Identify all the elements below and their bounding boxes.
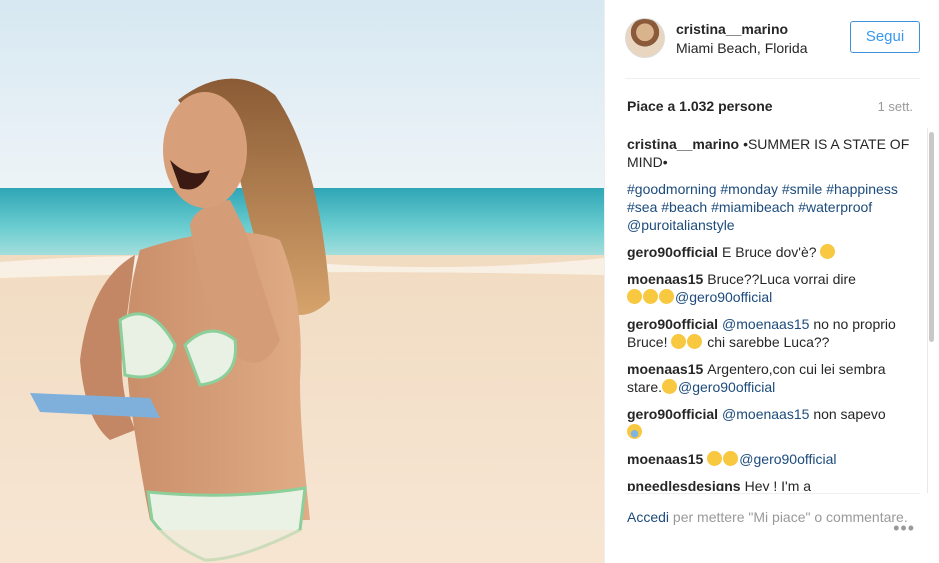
comment-text-2: chi sarebbe Luca?? <box>707 334 830 350</box>
sweat-emoji-icon <box>627 424 642 439</box>
laughing-emoji-icon <box>671 334 687 349</box>
login-prompt-text: per mettere "Mi piace" o commentare. <box>672 509 908 525</box>
likes-count[interactable]: Piace a 1.032 persone <box>627 98 773 114</box>
post-side-panel: cristina__marino Miami Beach, Florida Se… <box>604 0 939 563</box>
comments-list: cristina__marino •SUMMER IS A STATE OF MI… <box>627 135 917 491</box>
caption-username[interactable]: cristina__marino <box>627 136 739 152</box>
comment-item: gero90official @moenaas15 no no proprio B… <box>627 315 917 351</box>
comment-username[interactable]: moenaas15 <box>627 451 703 467</box>
avatar[interactable] <box>625 18 665 58</box>
login-prompt: Accedi per mettere "Mi piace" o commenta… <box>627 508 917 527</box>
scrollbar-thumb[interactable] <box>929 132 934 342</box>
comment-username[interactable]: moenaas15 <box>627 271 703 287</box>
comment-mention[interactable]: @gero90official <box>678 379 775 395</box>
post-username[interactable]: cristina__marino <box>676 21 788 37</box>
laughing-emoji-icon <box>659 289 674 304</box>
caption-hashtags[interactable]: #goodmorning #monday #smile #happiness #… <box>627 180 917 234</box>
post-time[interactable]: 1 sett. <box>878 99 913 114</box>
laughing-emoji-icon <box>643 289 658 304</box>
comment-text: Bruce??Luca vorrai dire <box>707 271 856 287</box>
beach-photo <box>0 0 604 563</box>
post-photo[interactable] <box>0 0 604 563</box>
caption: cristina__marino •SUMMER IS A STATE OF MI… <box>627 135 917 171</box>
comment-username[interactable]: gero90official <box>627 316 718 332</box>
comment-text: Hey ! I'm a <box>744 478 812 491</box>
comment-mention[interactable]: @moenaas15 <box>722 316 809 332</box>
comment-mention[interactable]: @gero90official <box>675 289 772 305</box>
instagram-post-view: cristina__marino Miami Beach, Florida Se… <box>0 0 939 563</box>
login-link[interactable]: Accedi <box>627 509 669 525</box>
header-divider <box>625 78 920 79</box>
comments-scrollbar[interactable] <box>927 128 936 493</box>
laughing-emoji-icon <box>627 289 642 304</box>
laughing-emoji-icon <box>687 334 703 349</box>
comment-mention[interactable]: @gero90official <box>739 451 836 467</box>
comment-item: moenaas15 @gero90official <box>627 450 917 468</box>
laughing-emoji-icon <box>723 451 739 466</box>
comment-text: E Bruce dov'è? <box>722 244 817 260</box>
post-header: cristina__marino Miami Beach, Florida Se… <box>625 16 920 64</box>
comment-username[interactable]: moenaas15 <box>627 361 703 377</box>
follow-button[interactable]: Segui <box>850 21 920 53</box>
footer-divider <box>625 493 920 494</box>
laughing-emoji-icon <box>820 244 836 259</box>
comment-username[interactable]: gero90official <box>627 244 718 260</box>
laughing-emoji-icon <box>707 451 723 466</box>
ellipsis-icon[interactable]: ••• <box>893 518 915 539</box>
comment-item: gero90official E Bruce dov'è? <box>627 243 917 261</box>
comment-item: gero90official @moenaas15 non sapevo <box>627 405 917 441</box>
smile-emoji-icon <box>662 379 678 394</box>
comment-item: pneedlesdesigns Hey ! I'm a <box>627 477 917 491</box>
post-location[interactable]: Miami Beach, Florida <box>676 40 808 56</box>
comment-username[interactable]: pneedlesdesigns <box>627 478 741 491</box>
comment-item: moenaas15 Argentero,con cui lei sembra st… <box>627 360 917 396</box>
comment-mention[interactable]: @moenaas15 <box>722 406 809 422</box>
comment-item: moenaas15 Bruce??Luca vorrai dire @gero90… <box>627 270 917 306</box>
comment-username[interactable]: gero90official <box>627 406 718 422</box>
comment-text: non sapevo <box>813 406 886 422</box>
